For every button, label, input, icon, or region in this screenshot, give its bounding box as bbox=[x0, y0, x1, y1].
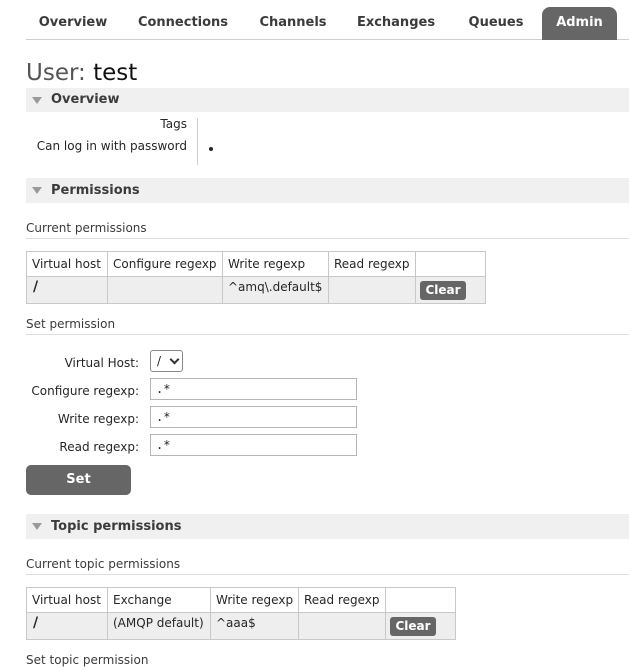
read-regexp-label: Read regexp: bbox=[59, 440, 139, 454]
col-header-configure: Configure regexp bbox=[113, 257, 217, 271]
configure-regexp-label: Configure regexp: bbox=[31, 384, 139, 398]
permissions-table: Virtual host Configure regexp Write rege… bbox=[26, 251, 486, 304]
write-regexp-label: Write regexp: bbox=[57, 412, 139, 426]
tags-label: Tags bbox=[160, 117, 187, 131]
set-permission-button[interactable]: Set permission bbox=[26, 465, 131, 517]
col-header-vhost: Virtual host bbox=[32, 257, 101, 271]
page-title-value: test bbox=[93, 60, 138, 86]
clear-permission-button[interactable]: Clear bbox=[420, 281, 466, 300]
col-header-vhost: Virtual host bbox=[32, 593, 101, 607]
write-regexp-input[interactable]: .* bbox=[150, 406, 357, 428]
col-header-read: Read regexp bbox=[334, 257, 410, 271]
page-title-label: User: bbox=[26, 60, 86, 86]
col-divider bbox=[107, 277, 108, 304]
vhost-select-value: / bbox=[157, 354, 162, 368]
table-row: / ^amq\.default$ Clear bbox=[27, 276, 485, 304]
col-divider bbox=[415, 277, 416, 304]
collapse-triangle-icon bbox=[32, 523, 42, 530]
cell-write: ^aaa$ bbox=[216, 616, 256, 630]
current-permissions-heading: Current permissions bbox=[26, 221, 629, 239]
cell-write: ^amq\.default$ bbox=[228, 280, 323, 294]
cell-vhost: / bbox=[33, 279, 39, 295]
col-divider bbox=[385, 613, 386, 640]
read-regexp-input[interactable]: .* bbox=[150, 434, 357, 456]
col-header-write: Write regexp bbox=[228, 257, 306, 271]
tab-admin[interactable]: Admin bbox=[542, 7, 617, 40]
permissions-section-header[interactable]: Permissions bbox=[26, 178, 629, 203]
overview-heading: Overview bbox=[51, 92, 120, 107]
col-divider bbox=[222, 277, 223, 304]
topic-permissions-table: Virtual host Exchange Write regexp Read … bbox=[26, 587, 456, 640]
vhost-select[interactable]: / bbox=[150, 350, 183, 372]
cell-exchange: (AMQP default) bbox=[113, 616, 204, 630]
collapse-triangle-icon bbox=[32, 97, 42, 104]
table-row: / (AMQP default) ^aaa$ Clear bbox=[27, 612, 455, 640]
configure-regexp-input[interactable]: .* bbox=[150, 378, 357, 400]
tab-overview[interactable]: Overview bbox=[26, 7, 120, 39]
tab-channels[interactable]: Channels bbox=[248, 7, 338, 39]
main-nav: Overview Connections Channels Exchanges … bbox=[26, 7, 629, 40]
collapse-triangle-icon bbox=[32, 187, 42, 194]
col-header-exchange: Exchange bbox=[113, 593, 172, 607]
col-header-read: Read regexp bbox=[304, 593, 380, 607]
col-divider bbox=[210, 613, 211, 640]
current-topic-permissions-heading: Current topic permissions bbox=[26, 557, 629, 575]
overview-divider bbox=[197, 118, 198, 165]
topic-permissions-section-header[interactable]: Topic permissions bbox=[26, 514, 629, 539]
col-header-write: Write regexp bbox=[216, 593, 294, 607]
tab-exchanges[interactable]: Exchanges bbox=[348, 7, 444, 39]
vhost-label: Virtual Host: bbox=[64, 356, 139, 370]
tab-queues[interactable]: Queues bbox=[456, 7, 536, 39]
password-bullet bbox=[209, 147, 213, 151]
password-label: Can log in with password bbox=[36, 139, 187, 153]
page-title: User: test bbox=[26, 58, 137, 88]
col-divider bbox=[107, 613, 108, 640]
overview-section-header[interactable]: Overview bbox=[26, 88, 629, 112]
set-permission-heading: Set permission bbox=[26, 317, 629, 335]
tab-connections[interactable]: Connections bbox=[128, 7, 238, 39]
set-topic-permission-heading: Set topic permission bbox=[26, 653, 149, 667]
col-divider bbox=[328, 277, 329, 304]
permissions-heading: Permissions bbox=[51, 183, 140, 198]
chevron-down-icon bbox=[169, 354, 180, 365]
topic-permissions-heading: Topic permissions bbox=[51, 519, 182, 534]
col-divider bbox=[298, 613, 299, 640]
clear-topic-permission-button[interactable]: Clear bbox=[390, 617, 436, 636]
cell-vhost: / bbox=[33, 615, 39, 631]
